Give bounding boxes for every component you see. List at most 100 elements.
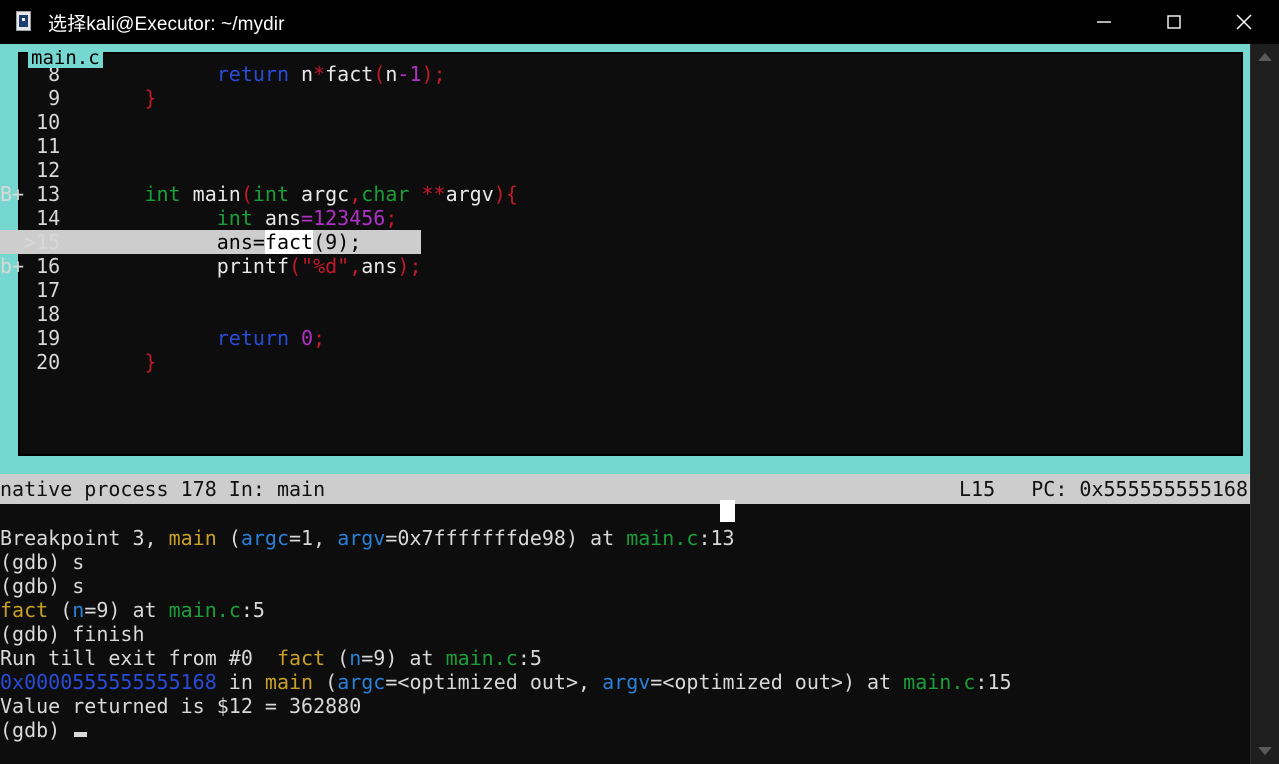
code-token: ) xyxy=(397,254,410,278)
console-token: =9) at xyxy=(361,646,446,670)
source-line-19: 19 return 0; xyxy=(0,326,1250,350)
console-token: ( xyxy=(48,598,73,622)
console-token: main xyxy=(264,670,314,694)
code-token: fact xyxy=(264,230,314,254)
breakpoint-marker xyxy=(0,278,36,302)
close-button[interactable] xyxy=(1209,0,1279,44)
code-token: printf xyxy=(216,254,289,278)
breakpoint-marker xyxy=(0,110,36,134)
minimize-button[interactable] xyxy=(1069,0,1139,44)
breakpoint-marker xyxy=(0,350,36,374)
close-icon xyxy=(1236,14,1252,30)
console-line: (gdb) finish xyxy=(0,622,1250,646)
console-token: argc xyxy=(240,526,290,550)
code-token: 0 xyxy=(301,326,314,350)
line-number: 15 xyxy=(36,230,73,254)
code-token: ( xyxy=(313,230,326,254)
code-token: "%d" xyxy=(301,254,350,278)
console-token: in xyxy=(216,670,265,694)
console-token: n xyxy=(72,598,85,622)
maximize-button[interactable] xyxy=(1139,0,1209,44)
scroll-up-arrow-icon[interactable] xyxy=(1251,44,1279,70)
code-token: ans xyxy=(361,254,398,278)
breakpoint-marker xyxy=(0,134,36,158)
console-line: (gdb) s xyxy=(0,574,1250,598)
code-token: { xyxy=(505,182,518,206)
console-token: 0x0000555555555168 xyxy=(0,670,217,694)
line-number: 9 xyxy=(36,86,73,110)
input-caret xyxy=(74,732,88,737)
source-line-10: 10 xyxy=(0,110,1250,134)
console-token: main.c xyxy=(903,670,976,694)
source-code-listing[interactable]: 8 return n*fact(n-1); 9 } 10 11 12 B+ 13… xyxy=(0,62,1250,374)
console-token: argv xyxy=(337,526,386,550)
code-token: n xyxy=(385,62,398,86)
terminal-document-icon xyxy=(14,11,36,33)
code-token: char xyxy=(361,182,410,206)
code-token: ) xyxy=(337,230,350,254)
gdb-prompt: (gdb) xyxy=(0,718,73,742)
maximize-icon xyxy=(1167,15,1181,29)
console-token: :13 xyxy=(698,526,735,550)
source-line-11: 11 xyxy=(0,134,1250,158)
gdb-status-bar: native process 178 In: main L15 PC: 0x55… xyxy=(0,474,1250,504)
code-token: , xyxy=(349,254,362,278)
console-token: main xyxy=(168,526,217,550)
console-token: =0x7fffffffde98) at xyxy=(385,526,627,550)
console-token: n xyxy=(349,646,362,670)
gdb-tui-source-pane: main.c 8 return n*fact(n-1); 9 } 10 11 1… xyxy=(0,44,1250,474)
console-line: Value returned is $12 = 362880 xyxy=(0,694,1250,718)
console-token: :5 xyxy=(240,598,265,622)
scroll-down-arrow-icon[interactable] xyxy=(1251,738,1279,764)
console-token: =9) at xyxy=(84,598,169,622)
source-line-13: B+ 13 int main(int argc,char **argv){ xyxy=(0,182,1250,206)
line-number: 19 xyxy=(36,326,73,350)
line-number: 13 xyxy=(36,182,73,206)
gdb-prompt-line[interactable]: (gdb) xyxy=(0,718,1250,742)
code-token: = xyxy=(252,230,265,254)
status-process-info: native process 178 In: main xyxy=(0,477,326,501)
source-line-15: >15 ans=fact(9); xyxy=(0,230,421,254)
source-filename-label: main.c xyxy=(28,48,103,68)
console-token: main.c xyxy=(445,646,518,670)
gdb-console-output[interactable]: Breakpoint 3, main (argc=1, argv=0x7ffff… xyxy=(0,504,1250,764)
console-line: fact (n=9) at main.c:5 xyxy=(0,598,1250,622)
breakpoint-marker xyxy=(0,86,36,110)
console-token: fact xyxy=(276,646,326,670)
line-number: 12 xyxy=(36,158,73,182)
code-token: } xyxy=(144,86,157,110)
code-token: ( xyxy=(289,254,302,278)
code-token: ** xyxy=(421,182,446,206)
line-number: 17 xyxy=(36,278,73,302)
console-token: (gdb) s xyxy=(0,550,85,574)
window-scrollbar[interactable] xyxy=(1250,44,1279,764)
console-token: argv xyxy=(602,670,651,694)
console-token: Breakpoint 3, xyxy=(0,526,169,550)
source-line-20: 20 } xyxy=(0,350,1250,374)
code-token: , xyxy=(349,182,362,206)
source-line-14: 14 int ans=123456; xyxy=(0,206,1250,230)
breakpoint-marker xyxy=(0,302,36,326)
code-token: int xyxy=(252,182,290,206)
console-token: ( xyxy=(313,670,338,694)
code-token: 9 xyxy=(325,230,338,254)
terminal-window: 选择kali@Executor: ~/mydir main.c 8 return… xyxy=(0,0,1279,764)
title-bar[interactable]: 选择kali@Executor: ~/mydir xyxy=(0,0,1279,44)
console-line: (gdb) s xyxy=(0,550,1250,574)
minimize-icon xyxy=(1097,21,1111,23)
source-line-9: 9 } xyxy=(0,86,1250,110)
console-line: Breakpoint 3, main (argc=1, argv=0x7ffff… xyxy=(0,526,1250,550)
breakpoint-marker: B+ xyxy=(0,182,37,206)
breakpoint-marker xyxy=(0,326,36,350)
breakpoint-marker xyxy=(0,206,36,230)
status-line-pc-info: L15 PC: 0x555555555168 xyxy=(959,477,1248,501)
console-token: =<optimized out>, xyxy=(385,670,603,694)
